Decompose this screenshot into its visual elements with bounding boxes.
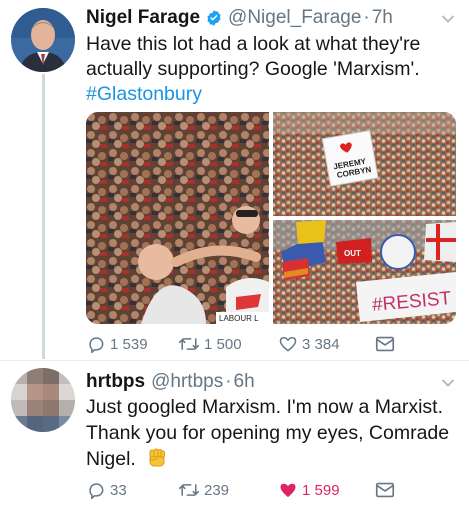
reply-button[interactable]: 1 539: [86, 332, 148, 356]
tweet-text: Just googled Marxism. I'm now a Marxist.…: [86, 394, 456, 472]
banner-out-text: OUT: [344, 249, 361, 258]
reply-icon: [89, 337, 104, 354]
photo-crowd-left[interactable]: LABOUR L: [86, 112, 269, 324]
dm-button[interactable]: [374, 332, 400, 356]
retweet-button[interactable]: 1 500: [178, 332, 242, 356]
timestamp[interactable]: 7h: [372, 7, 393, 29]
tweet-text: Have this lot had a look at what they're…: [86, 32, 456, 107]
retweet-icon: [178, 484, 200, 496]
heart-icon: [280, 483, 296, 498]
separator: ·: [363, 7, 370, 28]
author-handle[interactable]: @hrtbps: [151, 371, 223, 393]
like-count: 1 599: [302, 481, 340, 499]
reply-count: 33: [110, 481, 127, 499]
banner-labour-text: LABOUR L: [219, 314, 259, 323]
envelope-icon: [375, 482, 395, 498]
timestamp[interactable]: 6h: [234, 371, 255, 393]
author-handle[interactable]: @Nigel_Farage: [228, 7, 361, 29]
tweet-actions: 1 539 1 500 3 384: [86, 332, 456, 356]
chevron-down-icon[interactable]: [441, 12, 455, 26]
dm-button[interactable]: [374, 478, 400, 502]
tweet-text-line: Just googled Marxism. I'm now a Marxist.: [86, 396, 443, 418]
envelope-icon: [375, 336, 395, 352]
avatar-hrtbps[interactable]: [11, 368, 75, 432]
reply-icon: [89, 483, 104, 500]
tweet-hrtbps[interactable]: hrtbps @hrtbps · 6h Just googled Marxism…: [0, 360, 469, 512]
separator: ·: [225, 371, 232, 392]
like-button[interactable]: 3 384: [278, 332, 340, 356]
tweet-text-line: Nigel.: [86, 446, 456, 472]
photo-flags-resist[interactable]: OUT #RESIST: [273, 220, 456, 324]
tweet-nigel-farage[interactable]: Nigel Farage @Nigel_Farage · 7h Have thi…: [0, 0, 469, 360]
tweet-text-line: Thank you for opening my eyes, Comrade: [86, 422, 450, 444]
tweet-text-end: Nigel.: [86, 448, 136, 470]
like-button[interactable]: 1 599: [278, 478, 340, 502]
verified-badge-icon: [207, 10, 221, 26]
heart-icon: [279, 337, 297, 352]
chevron-down-icon[interactable]: [441, 376, 455, 390]
reply-button[interactable]: 33: [86, 478, 127, 502]
retweet-icon: [178, 338, 200, 350]
tweet-text-line: Have this lot had a look at what they're: [86, 33, 421, 55]
tweet-text-line: actually supporting? Google 'Marxism'.: [86, 58, 420, 80]
author-name[interactable]: Nigel Farage: [86, 7, 200, 29]
photo-grid[interactable]: LABOUR L JEREMY CORBYN OUT #RESIST: [86, 112, 456, 324]
reply-count: 1 539: [110, 335, 148, 353]
hashtag-link[interactable]: #Glastonbury: [86, 82, 456, 107]
raised-fist-icon: [149, 448, 166, 467]
avatar-nigel-farage[interactable]: [11, 8, 75, 72]
thread-line: [42, 74, 45, 359]
retweet-count: 239: [204, 481, 230, 499]
retweet-button[interactable]: 239: [178, 478, 229, 502]
like-count: 3 384: [302, 335, 340, 353]
photo-corbyn-sign[interactable]: JEREMY CORBYN: [273, 112, 456, 216]
tweet-actions: 33 239 1 599: [86, 478, 456, 502]
author-name[interactable]: hrtbps: [86, 371, 145, 393]
retweet-count: 1 500: [204, 335, 242, 353]
